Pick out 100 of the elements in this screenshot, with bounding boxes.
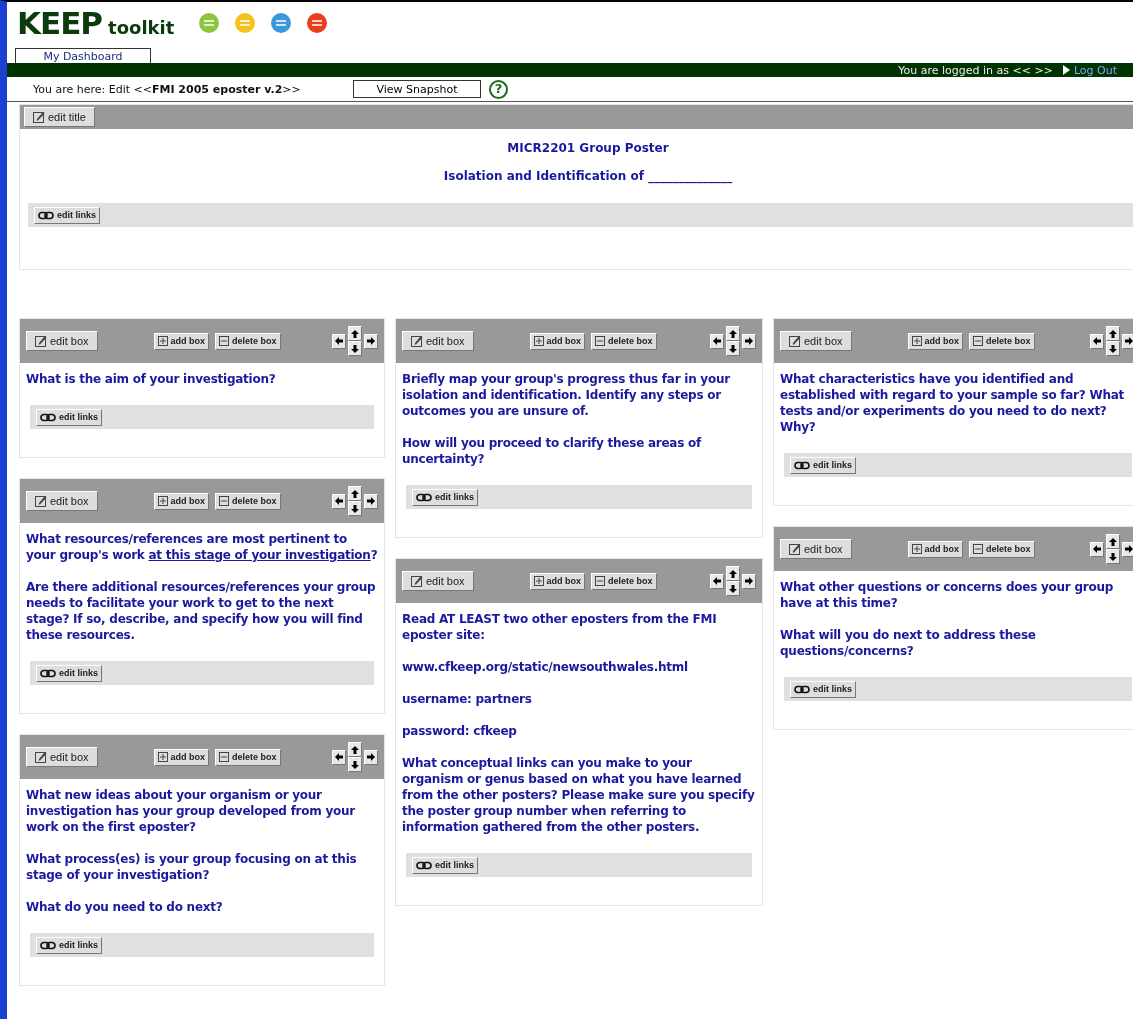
plus-icon [911,336,922,346]
delete-box-button[interactable]: delete box [591,332,657,350]
add-box-button[interactable]: add box [907,540,964,558]
arrow-down-icon [1108,551,1118,562]
link-icon [416,860,432,870]
question-text: What characteristics have you identified and established with regard to your sample so far? What tests and/or experiments do you need to do next? Why? [780,371,1126,435]
plus-icon [157,336,168,346]
question-text: What do you need to do next? [26,899,224,915]
question-text: Read AT LEAST two other eposters from the FMI eposter site: [402,611,718,643]
move-right-button[interactable] [364,333,378,349]
question-text: Are there additional resources/references your group needs to facilitate your work to get to the next stage? If so, describe, and specify how you will find these resources. [26,579,377,643]
move-down-button[interactable] [1106,341,1120,356]
breadcrumb-text: You are here: Edit <<FMI 2005 eposter v.2>> [33,82,302,96]
move-right-button[interactable] [364,493,378,509]
move-down-button[interactable] [348,501,362,516]
help-button[interactable]: ? [489,79,508,99]
plus-icon [533,576,544,586]
add-box-button[interactable]: add box [153,332,210,350]
delete-box-button[interactable]: delete box [215,332,281,350]
arrow-down-icon [350,343,360,354]
arrow-up-icon [350,744,360,755]
edit-links-button[interactable]: edit links [36,936,102,954]
move-left-button[interactable] [1090,541,1104,557]
arrow-left-icon [712,576,722,586]
link-icon [794,460,810,470]
delete-box-button[interactable]: delete box [591,572,657,590]
log-out-link[interactable]: Log Out [1062,63,1117,77]
move-right-button[interactable] [364,749,378,765]
move-down-button[interactable] [348,341,362,356]
move-left-button[interactable] [332,749,346,765]
move-left-button[interactable] [332,493,346,509]
link-icon [416,492,432,502]
edit-links-button[interactable]: edit links [790,456,856,474]
arrow-down-icon [1108,343,1118,354]
add-box-button[interactable]: add box [529,572,586,590]
arrow-left-icon [1092,336,1102,346]
delete-box-button[interactable]: delete box [215,748,281,766]
edit-title-button[interactable]: edit title [24,107,95,127]
pencil-icon [35,335,47,347]
move-down-button[interactable] [1106,549,1120,564]
move-up-button[interactable] [348,326,362,341]
question-text: What will you do next to address these questions/concerns? [780,627,1037,659]
delete-box-button[interactable]: delete box [969,540,1035,558]
edit-links-button[interactable]: edit links [36,664,102,682]
edit-links-button[interactable]: edit links [36,408,102,426]
login-status-text: You are logged in as << >> [898,63,1053,77]
edit-links-button[interactable]: edit links [790,680,856,698]
move-left-button[interactable] [710,573,724,589]
minus-icon [219,752,230,762]
move-up-button[interactable] [1106,326,1120,341]
edit-box-button[interactable]: edit box [780,331,852,351]
add-box-button[interactable]: add box [529,332,586,350]
arrow-right-icon [744,336,754,346]
move-right-button[interactable] [1122,333,1133,349]
minus-icon [973,336,984,346]
move-up-button[interactable] [348,486,362,501]
edit-box-button[interactable]: edit box [26,331,98,351]
move-right-button[interactable] [1122,541,1133,557]
move-right-button[interactable] [742,333,756,349]
move-up-button[interactable] [1106,534,1120,549]
dashboard-tab[interactable]: My Dashboard [15,48,151,63]
move-right-button[interactable] [742,573,756,589]
edit-links-button[interactable]: edit links [412,856,478,874]
arrow-up-icon [350,328,360,339]
link-icon [794,684,810,694]
question-text: What is the aim of your investigation? [26,371,277,387]
arrow-down-icon [350,503,360,514]
move-left-button[interactable] [1090,333,1104,349]
move-up-button[interactable] [348,742,362,757]
move-down-button[interactable] [726,341,740,356]
add-box-button[interactable]: add box [153,492,210,510]
edit-box-button[interactable]: edit box [402,331,474,351]
add-box-button[interactable]: add box [907,332,964,350]
poster-title: MICR2201 Group Poster [506,141,670,155]
edit-box-button[interactable]: edit box [26,747,98,767]
pencil-icon [35,751,47,763]
delete-box-button[interactable]: delete box [215,492,281,510]
link-icon [40,412,56,422]
move-down-button[interactable] [348,757,362,772]
view-snapshot-button[interactable]: View Snapshot [353,80,481,98]
edit-box-button[interactable]: edit box [402,571,474,591]
question-text: www.cfkeep.org/static/newsouthwales.html [402,659,689,675]
move-down-button[interactable] [726,581,740,596]
edit-links-button[interactable]: edit links [34,206,100,224]
add-box-button[interactable]: add box [153,748,210,766]
pencil-icon [33,111,45,123]
pencil-icon [789,335,801,347]
move-left-button[interactable] [332,333,346,349]
move-up-button[interactable] [726,326,740,341]
pencil-icon [789,543,801,555]
edit-links-button[interactable]: edit links [412,488,478,506]
pencil-icon [411,575,423,587]
minus-icon [595,576,606,586]
triangle-icon [1062,65,1070,75]
move-up-button[interactable] [726,566,740,581]
move-left-button[interactable] [710,333,724,349]
edit-box-button[interactable]: edit box [780,539,852,559]
delete-box-button[interactable]: delete box [969,332,1035,350]
minus-icon [595,336,606,346]
edit-box-button[interactable]: edit box [26,491,98,511]
